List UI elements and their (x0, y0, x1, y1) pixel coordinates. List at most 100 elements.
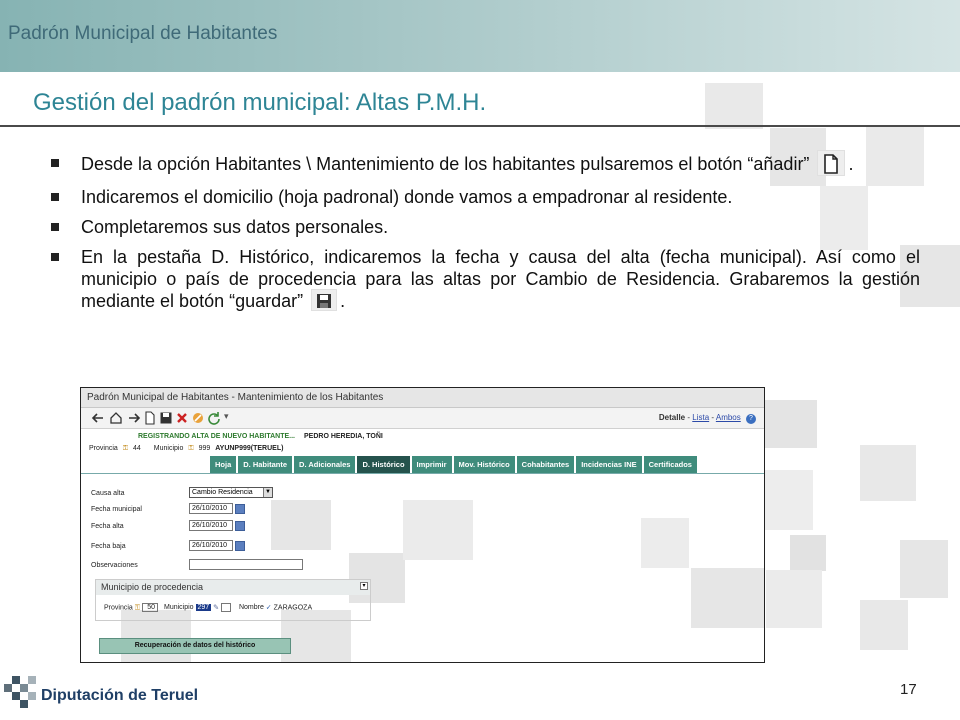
decor-square (641, 518, 689, 568)
recuperacion-button[interactable]: Recuperación de datos del histórico (99, 638, 291, 654)
dropdown-arrow-icon[interactable]: ▾ (224, 411, 229, 422)
forward-arrow-icon[interactable] (127, 411, 141, 425)
procedencia-provincia-label: Provincia (104, 604, 133, 612)
tab-d-habitante[interactable]: D. Habitante (238, 456, 293, 473)
chevron-down-icon[interactable]: ▼ (263, 488, 272, 497)
brand-logo: Diputación de Teruel (4, 676, 224, 716)
tab-mov-historico[interactable]: Mov. Histórico (453, 456, 515, 473)
decor-square (705, 83, 763, 129)
procedencia-provincia-input[interactable]: 50 (142, 603, 159, 613)
tab-incidencias-ine[interactable]: Incidencias INE (576, 456, 642, 473)
save-icon[interactable] (159, 411, 173, 425)
bullet-item: Desde la opción Habitantes \ Mantenimien… (50, 150, 920, 178)
causa-alta-select[interactable]: Cambio Residencia ▼ (189, 487, 273, 498)
procedencia-municipio-input[interactable]: 297 (195, 604, 212, 612)
status-text: REGISTRANDO ALTA DE NUEVO HABITANTE... (138, 433, 295, 440)
resident-name: PEDRO HEREDIA, TOÑI (304, 433, 383, 440)
fecha-alta-label: Fecha alta (91, 523, 124, 530)
checkbox[interactable] (220, 603, 231, 612)
location-row: Provincia ⚿ 44 Municipio ⚿ 999 AYUNP999(… (89, 445, 283, 453)
procedencia-row: Provincia ⚿ 50 Municipio 297 ✎ Nombre ✓ … (104, 603, 313, 613)
calendar-icon[interactable] (235, 521, 245, 531)
tab-hoja[interactable]: Hoja (210, 456, 237, 473)
procedencia-title: Municipio de procedencia (96, 580, 370, 595)
new-document-icon[interactable] (143, 411, 157, 425)
bullet-marker (51, 223, 59, 231)
title-rule (0, 125, 960, 127)
decor-square (766, 570, 822, 628)
key-icon: ⚿ (122, 445, 129, 452)
edit-icon[interactable] (191, 411, 205, 425)
brand-logo-icon (4, 676, 36, 708)
calendar-icon[interactable] (235, 541, 245, 551)
brand-name: Diputación de Teruel (41, 687, 199, 704)
bullet-text-end: . (848, 153, 854, 174)
bullet-marker (51, 193, 59, 201)
bullet-text: Desde la opción Habitantes \ Mantenimien… (81, 153, 810, 174)
fecha-municipal-input[interactable]: 26/10/2010 (189, 503, 233, 514)
refresh-icon[interactable] (207, 411, 221, 425)
decor-square (790, 535, 826, 571)
tab-certificados[interactable]: Certificados (643, 456, 697, 473)
bullet-item: Completaremos sus datos personales. (50, 216, 920, 238)
bullet-text: Completaremos sus datos personales. (81, 217, 389, 237)
decor-square (860, 445, 916, 501)
delete-icon[interactable] (175, 411, 189, 425)
header-title: Padrón Municipal de Habitantes (8, 23, 278, 44)
provincia-label: Provincia (89, 445, 118, 452)
app-toolbar: ▾ Detalle - Lista - Ambos ? (81, 408, 764, 429)
decor-square (765, 400, 817, 448)
fecha-baja-label: Fecha baja (91, 543, 126, 550)
collapse-icon[interactable]: ▾ (360, 582, 368, 590)
procedencia-nombre-label: Nombre (238, 604, 264, 612)
fecha-municipal-label: Fecha municipal (91, 506, 142, 513)
back-arrow-icon[interactable] (91, 411, 105, 425)
causa-alta-value: Cambio Residencia (192, 489, 253, 496)
separator: - (687, 413, 691, 422)
bullet-text: En la pestaña D. Histórico, indicaremos … (81, 247, 920, 311)
floppy-disk-icon (311, 289, 338, 312)
separator: - (711, 413, 715, 422)
procedencia-nombre-value: ZARAGOZA (273, 604, 313, 612)
tab-imprimir[interactable]: Imprimir (411, 456, 452, 473)
provincia-value: 44 (133, 445, 141, 452)
key-icon: ⚿ (134, 604, 141, 612)
municipio-value: 999 (198, 445, 211, 452)
new-document-icon (817, 150, 846, 176)
causa-alta-label: Causa alta (91, 490, 125, 497)
bullet-text: Indicaremos el domicilio (hoja padronal)… (81, 187, 733, 207)
slide-title: Gestión del padrón municipal: Altas P.M.… (33, 89, 487, 116)
tab-bar: Hoja D. Habitante D. Adicionales D. Hist… (210, 456, 699, 473)
municipio-name: AYUNP999(TERUEL) (215, 445, 284, 452)
observaciones-label: Observaciones (91, 562, 138, 569)
help-icon[interactable]: ? (746, 414, 756, 424)
bullet-marker (51, 159, 59, 167)
bullet-list: Desde la opción Habitantes \ Mantenimien… (50, 150, 920, 321)
bullet-item: Indicaremos el domicilio (hoja padronal)… (50, 186, 920, 208)
tab-d-adicionales[interactable]: D. Adicionales (294, 456, 356, 473)
key-icon: ⚿ (188, 445, 194, 452)
pencil-icon[interactable]: ✎ (213, 604, 219, 611)
fecha-baja-input[interactable]: 26/10/2010 (189, 540, 233, 551)
municipio-label: Municipio (153, 445, 184, 452)
bullet-marker (51, 253, 59, 261)
ambos-link[interactable]: Ambos (716, 413, 741, 422)
decor-square (765, 470, 813, 530)
bullet-item: En la pestaña D. Histórico, indicaremos … (50, 246, 920, 313)
app-screenshot: Padrón Municipal de Habitantes - Manteni… (80, 387, 765, 663)
check-icon: ✓ (265, 604, 272, 612)
home-icon[interactable] (109, 411, 123, 425)
detail-label: Detalle (658, 413, 686, 422)
observaciones-input[interactable] (189, 559, 303, 570)
fecha-alta-input[interactable]: 26/10/2010 (189, 520, 233, 531)
tab-cohabitantes[interactable]: Cohabitantes (516, 456, 575, 473)
decor-square (403, 500, 473, 560)
tab-divider (81, 473, 764, 474)
calendar-icon[interactable] (235, 504, 245, 514)
procedencia-panel: Municipio de procedencia ▾ Provincia ⚿ 5… (95, 579, 371, 621)
page-number: 17 (900, 681, 917, 698)
tab-d-historico[interactable]: D. Histórico (357, 456, 410, 473)
lista-link[interactable]: Lista (692, 413, 709, 422)
decor-square (691, 568, 764, 628)
decor-square (271, 500, 331, 550)
